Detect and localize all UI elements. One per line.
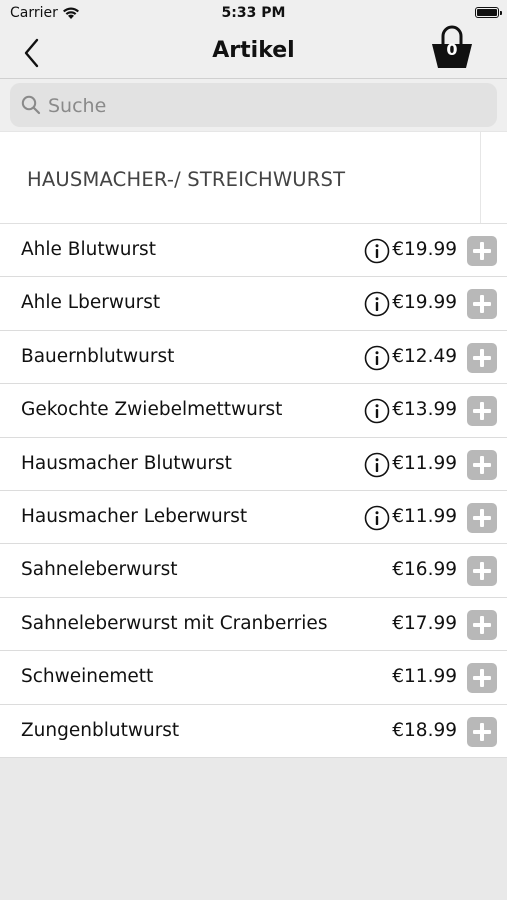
info-icon[interactable] bbox=[364, 505, 390, 531]
list-item[interactable]: Ahle Lberwurst €19.99 bbox=[0, 277, 507, 331]
battery-icon bbox=[475, 7, 502, 18]
item-price: €18.99 bbox=[392, 719, 457, 741]
info-icon[interactable] bbox=[364, 238, 390, 264]
info-icon[interactable] bbox=[364, 452, 390, 478]
item-price: €19.99 bbox=[392, 239, 457, 260]
item-price: €11.99 bbox=[392, 666, 457, 688]
item-name: Ahle Blutwurst bbox=[21, 239, 156, 260]
list-item[interactable]: Hausmacher Blutwurst €11.99 bbox=[0, 438, 507, 491]
item-name: Sahneleberwurst bbox=[21, 559, 178, 581]
list-item[interactable]: Hausmacher Leberwurst €11.99 bbox=[0, 491, 507, 545]
item-price: €12.49 bbox=[392, 345, 457, 367]
item-price: €19.99 bbox=[392, 292, 457, 314]
navigation-bar: Artikel 0 bbox=[0, 25, 507, 79]
add-to-cart-button[interactable] bbox=[467, 342, 497, 373]
search-input[interactable] bbox=[46, 83, 490, 129]
info-icon[interactable] bbox=[364, 398, 390, 424]
info-icon[interactable] bbox=[364, 291, 390, 317]
info-icon[interactable] bbox=[364, 345, 390, 371]
item-name: Ahle Lberwurst bbox=[21, 292, 161, 314]
item-price: €11.99 bbox=[392, 505, 457, 527]
item-name: Schweinemett bbox=[21, 666, 154, 688]
add-to-cart-button[interactable] bbox=[467, 396, 497, 427]
item-name: Hausmacher Blutwurst bbox=[21, 452, 232, 474]
category-header: HAUSMACHER-/ STREICHWURST bbox=[0, 131, 507, 224]
item-name: Bauernblutwurst bbox=[21, 345, 175, 367]
divider bbox=[480, 132, 481, 223]
add-to-cart-button[interactable] bbox=[467, 716, 497, 747]
list-item[interactable]: Gekochte Zwiebelmettwurst €13.99 bbox=[0, 384, 507, 438]
cart-button[interactable]: 0 bbox=[429, 24, 475, 70]
item-price: €16.99 bbox=[392, 559, 457, 581]
item-price: €13.99 bbox=[392, 399, 457, 421]
list-item[interactable]: Ahle Blutwurst €19.99 bbox=[0, 224, 507, 278]
search-bar bbox=[0, 79, 507, 131]
add-to-cart-button[interactable] bbox=[467, 449, 497, 480]
add-to-cart-button[interactable] bbox=[467, 289, 497, 320]
status-time: 5:33 PM bbox=[221, 5, 286, 21]
item-rows: Ahle Blutwurst €19.99 Ahle Lberwurst €19.99… bbox=[0, 224, 507, 758]
list-item[interactable]: Bauernblutwurst €12.49 bbox=[0, 331, 507, 385]
add-to-cart-button[interactable] bbox=[467, 236, 497, 266]
item-price: €17.99 bbox=[392, 612, 457, 634]
list-item[interactable]: Sahneleberwurst mit Cranberries €17.99 bbox=[0, 598, 507, 652]
article-list: HAUSMACHER-/ STREICHWURST Ahle Blutwurst… bbox=[0, 131, 507, 758]
add-to-cart-button[interactable] bbox=[467, 502, 497, 533]
item-name: Zungenblutwurst bbox=[21, 719, 180, 741]
item-name: Sahneleberwurst mit Cranberries bbox=[21, 612, 328, 634]
search-field[interactable] bbox=[10, 83, 497, 129]
list-item[interactable]: Sahneleberwurst €16.99 bbox=[0, 544, 507, 598]
search-icon bbox=[21, 95, 41, 119]
add-to-cart-button[interactable] bbox=[467, 556, 497, 587]
category-title: HAUSMACHER-/ STREICHWURST bbox=[27, 168, 346, 191]
item-price: €11.99 bbox=[392, 452, 457, 474]
list-item[interactable]: Schweinemett €11.99 bbox=[0, 651, 507, 705]
cart-count-badge: 0 bbox=[446, 40, 458, 59]
add-to-cart-button[interactable] bbox=[467, 663, 497, 694]
add-to-cart-button[interactable] bbox=[467, 609, 497, 640]
item-name: Hausmacher Leberwurst bbox=[21, 505, 248, 527]
list-item[interactable]: Zungenblutwurst €18.99 bbox=[0, 705, 507, 758]
item-name: Gekochte Zwiebelmettwurst bbox=[21, 399, 283, 421]
